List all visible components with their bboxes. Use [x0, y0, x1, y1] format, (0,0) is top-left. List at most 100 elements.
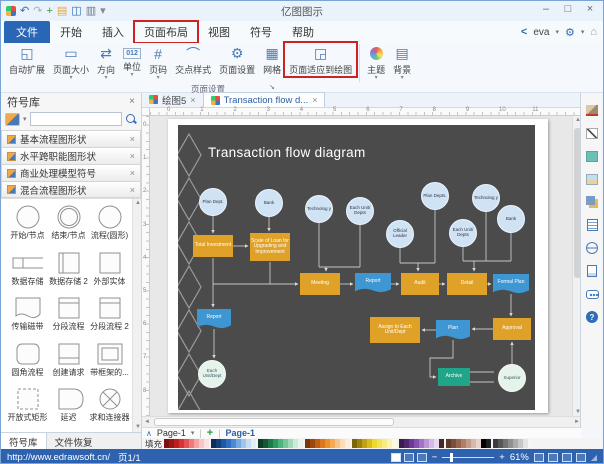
- fit-to-window-icon[interactable]: [534, 453, 544, 462]
- close-icon[interactable]: ×: [190, 95, 195, 105]
- ribbon-button-auto-expand[interactable]: ◱自动扩展: [5, 43, 49, 76]
- shape-delay[interactable]: 延迟: [48, 386, 89, 428]
- zoom-area-icon[interactable]: [562, 453, 572, 462]
- edrawsoft-link[interactable]: http://www.edrawsoft.cn/: [7, 452, 110, 463]
- ribbon-button-page-number[interactable]: #页码▾: [145, 43, 171, 81]
- maximize-button[interactable]: □: [557, 1, 579, 19]
- shape-rect[interactable]: 外部实体: [89, 250, 130, 292]
- diagram-node-c5[interactable]: Plan Depts.: [421, 182, 449, 210]
- background-button[interactable]: ▤背景▾: [389, 43, 415, 81]
- chevron-down-icon[interactable]: ▾: [581, 28, 585, 36]
- chevron-down-icon[interactable]: ▾: [191, 429, 195, 437]
- new-page-icon[interactable]: +: [46, 5, 52, 17]
- pen-tool-icon[interactable]: [585, 126, 600, 140]
- menu-tab-页面布局[interactable]: 页面布局: [134, 21, 198, 43]
- diagram-node-c6[interactable]: Official Leader: [386, 220, 414, 248]
- shape-frame[interactable]: 带框架的...: [89, 341, 130, 383]
- diagram-node-c7[interactable]: Each Unit/ Depts: [449, 219, 477, 247]
- zoom-slider[interactable]: [442, 457, 494, 458]
- dialog-launcher-icon[interactable]: ↘: [269, 83, 275, 91]
- diagram-node-b6[interactable]: Approval: [493, 318, 531, 340]
- diagram-node-b5[interactable]: Detail: [447, 273, 487, 295]
- format-tool-icon[interactable]: [585, 103, 600, 117]
- ribbon-button-orientation[interactable]: ⇄方向▾: [93, 43, 119, 81]
- close-button[interactable]: ×: [579, 1, 601, 19]
- panel-close-icon[interactable]: ×: [129, 96, 135, 107]
- presentation-view-icon[interactable]: [417, 453, 427, 462]
- document-tab[interactable]: 绘图5×: [142, 92, 203, 107]
- color-swatch[interactable]: [204, 439, 209, 448]
- diagram-node-c4[interactable]: Each Unit/ Depts: [346, 197, 374, 225]
- comment-icon[interactable]: [585, 287, 600, 301]
- collapse-icon[interactable]: ∧: [146, 429, 152, 438]
- share-icon[interactable]: <: [521, 26, 527, 38]
- ribbon-button-grid[interactable]: ▦网格: [259, 43, 285, 76]
- shape-create[interactable]: 创建请求: [48, 341, 89, 383]
- chevron-down-icon[interactable]: ▾: [23, 115, 27, 123]
- close-icon[interactable]: ×: [130, 151, 135, 161]
- search-icon[interactable]: [125, 113, 137, 125]
- menu-tab-插入[interactable]: 插入: [92, 21, 134, 43]
- diagram-node-g1[interactable]: Each Unit/Dept: [198, 360, 226, 388]
- panel-tab-符号库[interactable]: 符号库: [1, 433, 47, 449]
- shape-banded[interactable]: 分段流程 2: [89, 295, 130, 337]
- library-bar[interactable]: 混合流程图形状×: [1, 181, 141, 198]
- horizontal-scrollbar[interactable]: ◄►: [142, 416, 582, 427]
- diagram-node-b2[interactable]: Scale of Loan for Upgrading and Improvem…: [250, 233, 290, 261]
- canvas-viewport[interactable]: Transaction flow diagram Plan Dept.BankT…: [150, 116, 572, 416]
- minimize-button[interactable]: –: [535, 1, 557, 19]
- help-icon[interactable]: ?: [585, 310, 600, 324]
- shape-dstore2[interactable]: 数据存储 2: [48, 250, 89, 292]
- collapse-ribbon-icon[interactable]: ⌂: [590, 26, 597, 38]
- shape-dcircle[interactable]: 结束/节点: [48, 204, 89, 246]
- color-swatch[interactable]: [486, 439, 491, 448]
- close-icon[interactable]: ×: [130, 168, 135, 178]
- shape-circle[interactable]: 开始/节点: [7, 204, 48, 246]
- hyperlink-icon[interactable]: [585, 241, 600, 255]
- close-icon[interactable]: ×: [130, 185, 135, 195]
- panel-tab-文件恢复[interactable]: 文件恢复: [47, 433, 101, 449]
- zoom-slider-knob[interactable]: [450, 453, 453, 462]
- fill-color-icon[interactable]: [585, 149, 600, 163]
- color-swatch[interactable]: [345, 439, 350, 448]
- page-tab[interactable]: Page-1: [157, 428, 186, 438]
- ribbon-button-units[interactable]: 012单位▾: [119, 43, 145, 78]
- zoom-out-button[interactable]: −: [432, 452, 438, 463]
- gear-icon[interactable]: ⚙: [565, 26, 575, 39]
- user-name[interactable]: eva: [533, 27, 549, 38]
- chevron-down-icon[interactable]: ▾: [555, 28, 559, 36]
- color-swatch[interactable]: [528, 439, 533, 448]
- document-tab[interactable]: Transaction flow d...×: [203, 92, 326, 107]
- diagram-node-b7[interactable]: Assign to Each Unit/Dept: [370, 317, 420, 343]
- close-icon[interactable]: ×: [130, 134, 135, 144]
- zoom-in-button[interactable]: +: [499, 452, 505, 463]
- shape-round[interactable]: 圆角流程: [7, 341, 48, 383]
- diagram-node-g2[interactable]: Superior: [498, 364, 526, 392]
- library-bar[interactable]: 商业处理模型符号×: [1, 164, 141, 181]
- save-icon[interactable]: ◫: [71, 5, 81, 17]
- library-bar[interactable]: 基本流程图形状×: [1, 130, 141, 147]
- theme-button[interactable]: 主题▾: [363, 43, 389, 81]
- menu-tab-帮助[interactable]: 帮助: [282, 21, 324, 43]
- color-swatch[interactable]: [439, 439, 444, 448]
- show-grid-icon[interactable]: [576, 453, 586, 462]
- shape-sum[interactable]: 求和连接器: [89, 386, 130, 428]
- menu-tab-符号[interactable]: 符号: [240, 21, 282, 43]
- color-swatch[interactable]: [251, 439, 256, 448]
- diagram-node-c3[interactable]: Technolog y: [305, 195, 333, 223]
- shape-banded[interactable]: 分段流程: [48, 295, 89, 337]
- diagram-node-c2[interactable]: Bank: [255, 189, 283, 217]
- print-icon[interactable]: ▥: [86, 5, 96, 17]
- note-icon[interactable]: [585, 218, 600, 232]
- ribbon-button-page-setup[interactable]: ⚙页面设置: [215, 43, 259, 76]
- diagram-node-c8[interactable]: Technolog y: [472, 184, 500, 212]
- close-icon[interactable]: ×: [312, 95, 317, 105]
- pan-and-zoom-icon[interactable]: [548, 453, 558, 462]
- ribbon-button-page-size[interactable]: ▭页面大小▾: [49, 43, 93, 81]
- library-bar[interactable]: 水平跨职能图形状×: [1, 147, 141, 164]
- diagram-node-b4[interactable]: Audit: [401, 273, 439, 295]
- shape-tape[interactable]: 传输磁带: [7, 295, 48, 337]
- undo-icon[interactable]: ↶: [20, 5, 29, 17]
- shape-dashed[interactable]: 开放式矩形: [7, 386, 48, 428]
- insert-picture-icon[interactable]: [585, 172, 600, 186]
